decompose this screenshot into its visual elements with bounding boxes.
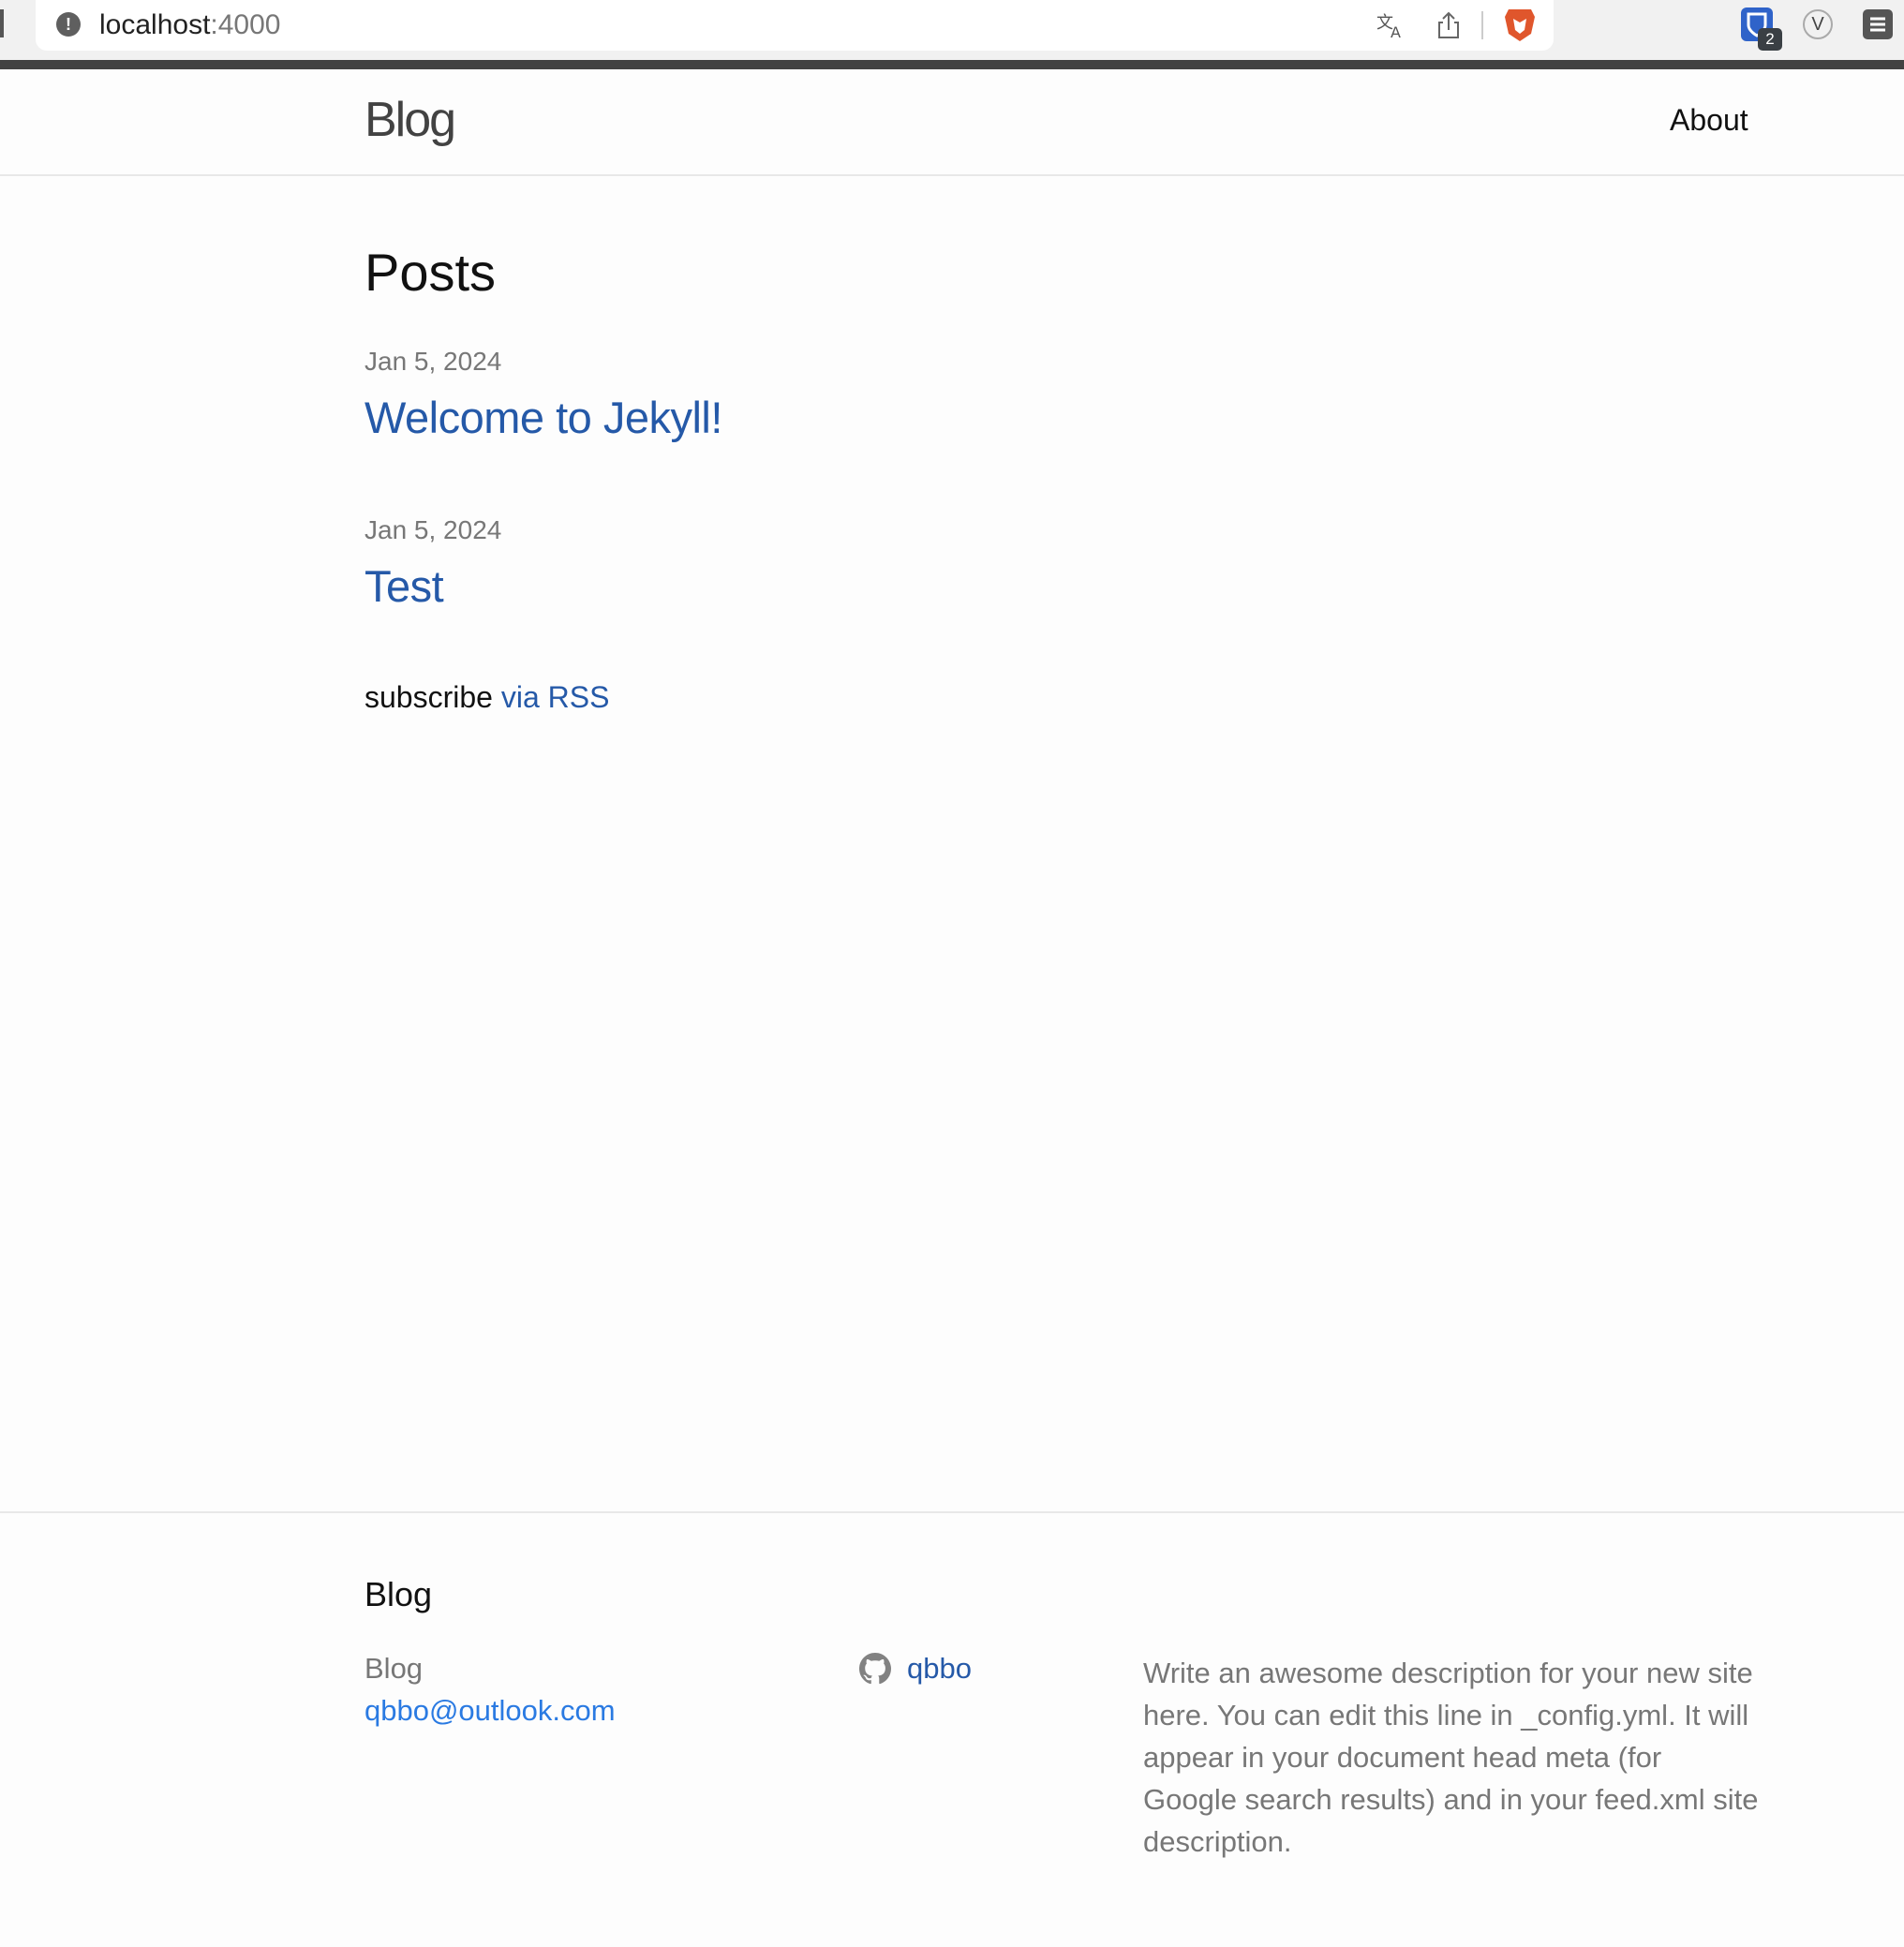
post-link[interactable]: Welcome to Jekyll! [364, 392, 722, 443]
bitwarden-badge: 2 [1758, 28, 1782, 51]
address-divider [1481, 11, 1483, 39]
url-port: :4000 [210, 9, 281, 40]
page-heading: Posts [364, 243, 497, 302]
v-extension-icon[interactable]: V [1803, 9, 1833, 39]
footer-site-name: Blog [364, 1652, 424, 1685]
translate-icon[interactable]: 文 A [1374, 9, 1407, 41]
site-header: Blog About [0, 69, 1904, 176]
post-date: Jan 5, 2024 [364, 515, 502, 544]
share-icon[interactable] [1434, 9, 1464, 41]
footer-email-link[interactable]: qbbo@outlook.com [364, 1694, 616, 1728]
footer-heading: Blog [364, 1575, 433, 1613]
url-host: localhost [99, 9, 211, 40]
site-title-link[interactable]: Blog [364, 92, 456, 148]
url-text[interactable]: localhost:4000 [99, 9, 280, 41]
post-date: Jan 5, 2024 [364, 347, 502, 376]
rss-link[interactable]: via RSS [501, 680, 610, 714]
post-link[interactable]: Test [364, 560, 444, 612]
sidebar-toggle-edge[interactable] [0, 9, 4, 37]
browser-toolbar: ! localhost:4000 文 A 2 V [0, 0, 1904, 60]
toolbar-bottom-bar [0, 60, 1904, 69]
brave-shields-icon[interactable] [1503, 6, 1537, 43]
github-username-link[interactable]: qbbo [907, 1652, 972, 1686]
address-bar[interactable]: ! localhost:4000 文 A [36, 0, 1554, 51]
subscribe-label: subscribe [364, 680, 493, 714]
nav-link-about[interactable]: About [1670, 103, 1748, 138]
site-info-icon[interactable]: ! [56, 12, 81, 37]
footer-description: Write an awesome description for your ne… [1143, 1657, 1759, 1858]
github-icon[interactable] [859, 1653, 891, 1685]
svg-text:A: A [1391, 23, 1401, 41]
stack-extension-icon[interactable] [1863, 9, 1893, 39]
subscribe-text: subscribe via RSS [364, 680, 609, 715]
site-footer: Blog Blog qbbo@outlook.com qbbo Write an… [0, 1511, 1904, 1947]
